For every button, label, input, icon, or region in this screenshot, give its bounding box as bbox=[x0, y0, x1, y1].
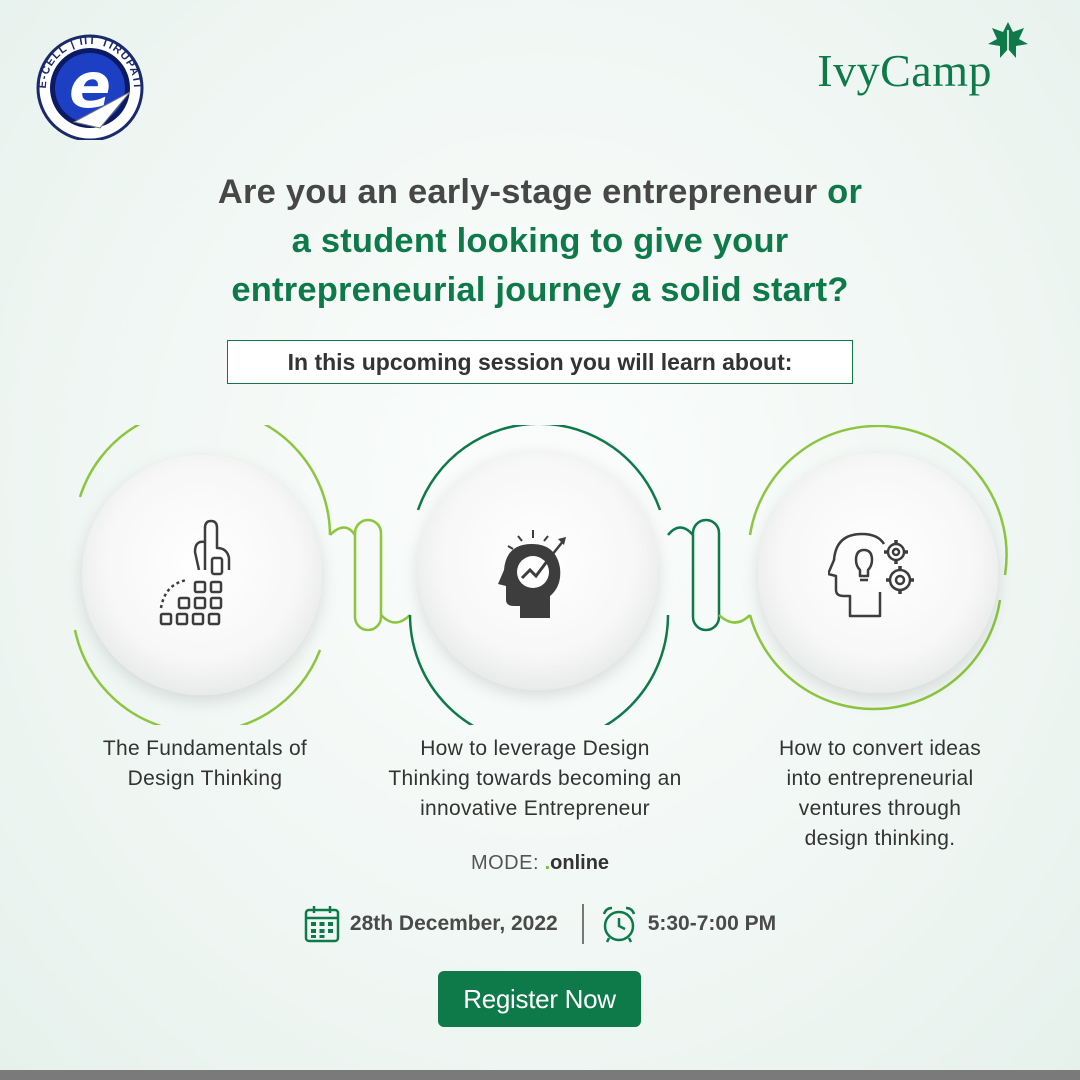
topic-3-line-1: How to convert ideas bbox=[778, 737, 982, 760]
topic-3-line-2: into entrepreneurial bbox=[786, 767, 974, 790]
topic-caption-1: The Fundamentals of Design Thinking bbox=[60, 734, 350, 794]
head-lightbulb-gears-icon bbox=[828, 532, 914, 618]
topic-3-line-3: ventures through bbox=[798, 797, 962, 820]
alarm-clock-icon bbox=[602, 906, 635, 943]
mode-value: online bbox=[550, 852, 610, 874]
mode-line: MODE: .online bbox=[0, 852, 1080, 875]
bottom-bar bbox=[0, 1070, 1080, 1080]
hand-building-blocks-icon bbox=[159, 519, 231, 626]
topic-caption-3: How to convert ideas into entrepreneuria… bbox=[740, 734, 1020, 854]
ivy-leaf-icon bbox=[988, 22, 1028, 58]
mode-label: MODE: bbox=[470, 852, 540, 874]
head-growth-chart-icon bbox=[498, 530, 566, 618]
brand-name: IvyCamp bbox=[817, 45, 992, 96]
topic-2-line-1: How to leverage Design bbox=[420, 737, 650, 760]
topic-3-line-4: design thinking. bbox=[804, 827, 956, 850]
session-intro-text: In this upcoming session you will learn … bbox=[287, 348, 793, 375]
headline-part-3: a student looking to give your bbox=[291, 222, 789, 260]
register-now-button[interactable]: Register Now bbox=[438, 971, 641, 1027]
topic-2-line-2: Thinking towards becoming an bbox=[388, 767, 682, 790]
topic-2-line-3: innovative Entrepreneur bbox=[420, 797, 650, 820]
date-time-divider bbox=[581, 904, 584, 944]
session-intro-box: In this upcoming session you will learn … bbox=[227, 340, 853, 384]
time-item: 5:30-7:00 PM bbox=[600, 905, 776, 943]
topic-1-line-1: The Fundamentals of bbox=[102, 737, 308, 760]
headline: Are you an early-stage entrepreneur or a… bbox=[90, 168, 990, 315]
headline-part-4: entrepreneurial journey a solid start? bbox=[231, 271, 849, 309]
topic-caption-2: How to leverage Design Thinking towards … bbox=[345, 734, 725, 824]
date-text: 28th December, 2022 bbox=[349, 912, 558, 935]
topic-1-line-2: Design Thinking bbox=[127, 767, 283, 790]
headline-part-1: Are you an early-stage entrepreneur bbox=[217, 173, 818, 211]
headline-part-2: or bbox=[827, 173, 863, 211]
ivycamp-brand: IvyCamp bbox=[817, 22, 1030, 96]
date-time-row: 28th December, 2022 5:30-7:00 PM bbox=[0, 902, 1080, 946]
calendar-icon bbox=[304, 906, 340, 943]
ecell-logo: e E-CELL | IIT TIRUPATI bbox=[36, 34, 144, 140]
date-item: 28th December, 2022 bbox=[304, 905, 558, 943]
time-text: 5:30-7:00 PM bbox=[647, 912, 777, 935]
